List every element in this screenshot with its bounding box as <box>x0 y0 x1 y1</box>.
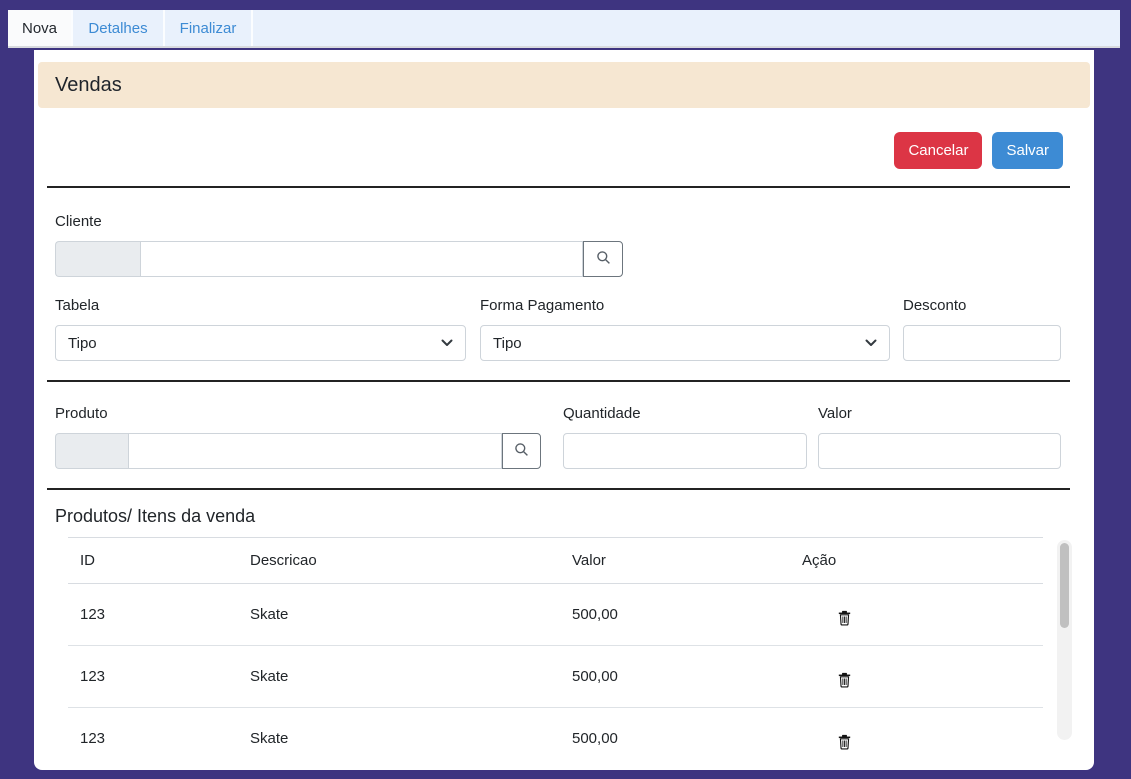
tabela-selected-value: Tipo <box>68 335 97 352</box>
search-icon <box>514 442 529 460</box>
table-row: 123 Skate 500,00 <box>68 584 1043 646</box>
cliente-input[interactable] <box>140 241 583 277</box>
column-header-acao: Ação <box>790 538 1043 584</box>
item-id: 123 <box>68 584 238 646</box>
forma-pagamento-selected-value: Tipo <box>493 335 522 352</box>
item-id: 123 <box>68 646 238 708</box>
forma-pagamento-label: Forma Pagamento <box>480 297 604 314</box>
cliente-label: Cliente <box>55 213 102 230</box>
produto-code-field <box>55 433 128 469</box>
vendas-card: Vendas Cancelar Salvar Cliente Tabela Ti… <box>34 50 1094 770</box>
delete-item-button[interactable] <box>838 734 851 753</box>
cliente-search-button[interactable] <box>583 241 623 277</box>
items-table: ID Descricao Valor Ação 123 Skate 500,00 <box>68 537 1043 757</box>
tabela-select[interactable]: Tipo <box>55 325 466 361</box>
cliente-code-field <box>55 241 140 277</box>
desconto-input[interactable] <box>903 325 1061 361</box>
divider <box>47 488 1070 490</box>
tab-finalizar[interactable]: Finalizar <box>165 10 253 46</box>
divider <box>47 186 1070 188</box>
item-action-cell <box>790 708 1043 758</box>
delete-item-button[interactable] <box>838 672 851 691</box>
divider <box>47 380 1070 382</box>
produto-label: Produto <box>55 405 108 422</box>
item-descricao: Skate <box>238 584 560 646</box>
trash-icon <box>838 614 851 629</box>
valor-label: Valor <box>818 405 852 422</box>
chevron-down-icon <box>865 339 877 347</box>
search-icon <box>596 250 611 268</box>
page-title-band: Vendas <box>38 62 1090 108</box>
item-id: 123 <box>68 708 238 758</box>
column-header-id: ID <box>68 538 238 584</box>
tab-nova[interactable]: Nova <box>8 10 73 46</box>
table-row: 123 Skate 500,00 <box>68 708 1043 758</box>
item-action-cell <box>790 584 1043 646</box>
tab-detalhes-label: Detalhes <box>88 20 147 37</box>
item-descricao: Skate <box>238 646 560 708</box>
save-button[interactable]: Salvar <box>992 132 1063 169</box>
delete-item-button[interactable] <box>838 610 851 629</box>
table-row: 123 Skate 500,00 <box>68 646 1043 708</box>
tab-bar: Nova Detalhes Finalizar <box>8 10 1120 48</box>
produto-input[interactable] <box>128 433 502 469</box>
tabela-label: Tabela <box>55 297 99 314</box>
column-header-valor: Valor <box>560 538 790 584</box>
chevron-down-icon <box>441 339 453 347</box>
scrollbar-track[interactable] <box>1057 540 1072 740</box>
item-valor: 500,00 <box>560 708 790 758</box>
page-title: Vendas <box>55 74 122 97</box>
produto-field-group <box>55 433 541 469</box>
trash-icon <box>838 738 851 753</box>
item-action-cell <box>790 646 1043 708</box>
produto-search-button[interactable] <box>502 433 541 469</box>
cliente-field-group <box>55 241 623 277</box>
tab-finalizar-label: Finalizar <box>180 20 237 37</box>
forma-pagamento-select[interactable]: Tipo <box>480 325 890 361</box>
tab-nova-label: Nova <box>22 20 57 37</box>
quantidade-label: Quantidade <box>563 405 641 422</box>
scrollbar-thumb[interactable] <box>1060 543 1069 628</box>
column-header-descricao: Descricao <box>238 538 560 584</box>
items-scroll-area: ID Descricao Valor Ação 123 Skate 500,00 <box>68 537 1072 757</box>
trash-icon <box>838 676 851 691</box>
item-valor: 500,00 <box>560 584 790 646</box>
item-valor: 500,00 <box>560 646 790 708</box>
tab-detalhes[interactable]: Detalhes <box>73 10 165 46</box>
action-buttons: Cancelar Salvar <box>894 132 1063 169</box>
quantidade-input[interactable] <box>563 433 807 469</box>
item-descricao: Skate <box>238 708 560 758</box>
cancel-button[interactable]: Cancelar <box>894 132 982 169</box>
desconto-label: Desconto <box>903 297 966 314</box>
valor-input[interactable] <box>818 433 1061 469</box>
items-section-title: Produtos/ Itens da venda <box>55 506 255 527</box>
table-header-row: ID Descricao Valor Ação <box>68 538 1043 584</box>
